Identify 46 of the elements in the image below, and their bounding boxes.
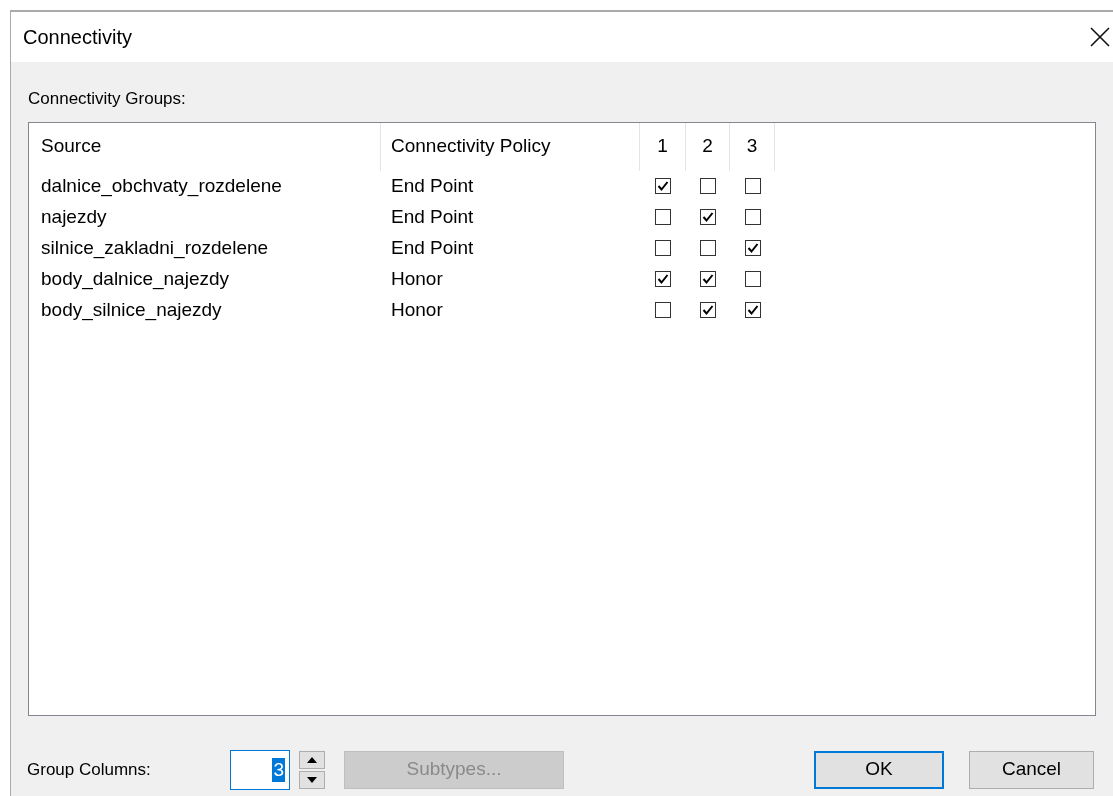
close-icon[interactable]: [1089, 26, 1111, 48]
policy-cell-text: End Point: [390, 204, 475, 229]
checkbox[interactable]: [744, 178, 761, 194]
checkbox[interactable]: [700, 302, 716, 318]
checkbox[interactable]: [700, 178, 716, 194]
field-value: 3: [272, 757, 285, 782]
checkbox[interactable]: [655, 178, 671, 194]
checkmark-icon: [702, 273, 714, 285]
checkbox[interactable]: [744, 240, 761, 256]
column-header[interactable]: Connectivity Policy: [381, 122, 640, 171]
column-header[interactable]: 2: [686, 122, 730, 171]
policy-cell-text: Honor: [390, 266, 444, 291]
dialog-button[interactable]: Cancel: [969, 750, 1094, 789]
policy-cell-text: End Point: [390, 235, 475, 260]
checkbox[interactable]: [655, 209, 671, 225]
column-header[interactable]: Source: [31, 122, 381, 171]
checkmark-icon: [702, 304, 714, 316]
checkbox[interactable]: [655, 302, 671, 318]
column-header[interactable]: 1: [640, 122, 686, 171]
checkbox[interactable]: [744, 271, 761, 287]
checkmark-icon: [702, 211, 714, 223]
source-cell-text: body_silnice_najezdy: [40, 297, 223, 323]
section-label: Connectivity Groups:: [28, 89, 186, 108]
number-field[interactable]: 3: [230, 749, 290, 790]
checkbox[interactable]: [700, 271, 716, 287]
checkbox[interactable]: [655, 271, 671, 287]
checkmark-icon: [746, 242, 759, 254]
window-title: Connectivity: [23, 25, 132, 50]
checkbox[interactable]: [655, 240, 671, 256]
column-header[interactable]: 3: [730, 122, 775, 171]
policy-cell-text: End Point: [390, 173, 475, 198]
group-columns-label: Group Columns:: [27, 758, 152, 781]
checkbox[interactable]: [744, 209, 761, 225]
ok-button[interactable]: OK: [814, 750, 944, 789]
source-cell-text: najezdy: [40, 204, 108, 229]
source-cell-text: body_dalnice_najezdy: [40, 266, 231, 292]
checkbox[interactable]: [700, 240, 716, 256]
checkmark-icon: [746, 304, 759, 316]
policy-cell-text: Honor: [390, 297, 444, 322]
spin-buttons[interactable]: [299, 750, 325, 789]
checkbox[interactable]: [700, 209, 716, 225]
checkmark-icon: [657, 273, 669, 285]
source-cell-text: dalnice_obchvaty_rozdelene: [40, 173, 283, 199]
checkbox[interactable]: [744, 302, 761, 318]
source-cell-text: silnice_zakladni_rozdelene: [40, 235, 270, 261]
checkmark-icon: [657, 180, 669, 192]
